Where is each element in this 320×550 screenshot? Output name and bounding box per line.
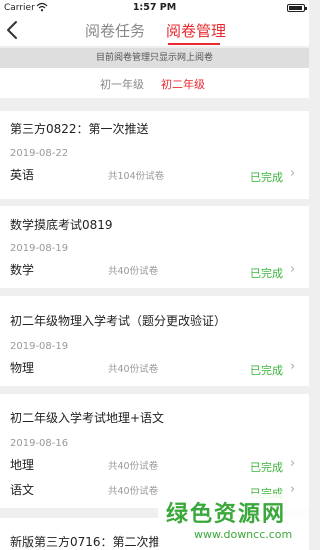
exam-title: 初二年级入学考试地理+语文: [10, 411, 165, 425]
exam-card[interactable]: 初二年级物理入学考试（题分更改验证） 2019-08-19 物理 共40份试卷 …: [0, 296, 309, 386]
exam-title: 新版第三方0716：第二次推: [10, 535, 161, 549]
chevron-right-icon[interactable]: ›: [290, 166, 295, 181]
subject-name: 英语: [10, 168, 35, 182]
exam-card[interactable]: 第三方0822：第一次推送 2019-08-22 英语 共104份试卷 已完成 …: [0, 111, 309, 199]
status-completed: 已完成: [250, 461, 283, 474]
exam-date: 2019-08-22: [10, 148, 69, 159]
status-completed: 已完成: [250, 267, 283, 280]
watermark-url: www.downcc.com: [194, 528, 293, 541]
paper-count: 共40份试卷: [108, 364, 159, 375]
status-completed: 已完成: [250, 364, 283, 377]
subject-name: 地理: [10, 458, 35, 472]
exam-date: 2019-08-16: [10, 438, 69, 449]
exam-title: 数学摸底考试0819: [10, 218, 113, 232]
chevron-right-icon[interactable]: ›: [290, 456, 295, 471]
status-bar: Carrier 1:57 PM: [0, 0, 309, 16]
subject-name: 语文: [10, 483, 35, 497]
subject-name: 数学: [10, 263, 35, 277]
paper-count: 共40份试卷: [108, 486, 159, 497]
chevron-right-icon[interactable]: ›: [290, 359, 295, 374]
paper-count: 共40份试卷: [108, 461, 159, 472]
grade-filter: 初一年级 初二年级: [0, 68, 309, 98]
subject-name: 物理: [10, 361, 35, 375]
tab-marking-management[interactable]: 阅卷管理: [166, 20, 226, 41]
tab-marking-tasks[interactable]: 阅卷任务: [85, 20, 145, 41]
notice-banner: 目前阅卷管理只显示网上阅卷: [0, 48, 309, 68]
clock-time: 1:57 PM: [132, 2, 177, 13]
exam-date: 2019-08-19: [10, 341, 69, 352]
exam-date: 2019-08-19: [10, 243, 69, 254]
paper-count: 共40份试卷: [108, 266, 159, 277]
watermark-title: 绿色资源网: [166, 502, 287, 527]
top-nav: 阅卷任务 阅卷管理: [0, 16, 309, 46]
exam-card[interactable]: 初二年级入学考试地理+语文 2019-08-16 地理 共40份试卷 已完成 ›…: [0, 394, 309, 508]
grade-option-grade-two[interactable]: 初二年级: [161, 76, 205, 92]
active-tab-indicator: [168, 43, 220, 45]
status-completed: 已完成: [250, 171, 283, 184]
exam-card[interactable]: 数学摸底考试0819 2019-08-19 数学 共40份试卷 已完成 ›: [0, 206, 309, 288]
grade-option-grade-one[interactable]: 初一年级: [100, 76, 144, 92]
exam-title: 第三方0822：第一次推送: [10, 122, 149, 136]
paper-count: 共104份试卷: [108, 171, 165, 182]
exam-title: 初二年级物理入学考试（题分更改验证）: [10, 314, 227, 328]
battery-icon: [287, 4, 307, 12]
back-arrow-icon[interactable]: [4, 19, 22, 41]
chevron-right-icon[interactable]: ›: [290, 262, 295, 277]
site-watermark: 绿色资源网 www.downcc.com: [158, 494, 309, 550]
